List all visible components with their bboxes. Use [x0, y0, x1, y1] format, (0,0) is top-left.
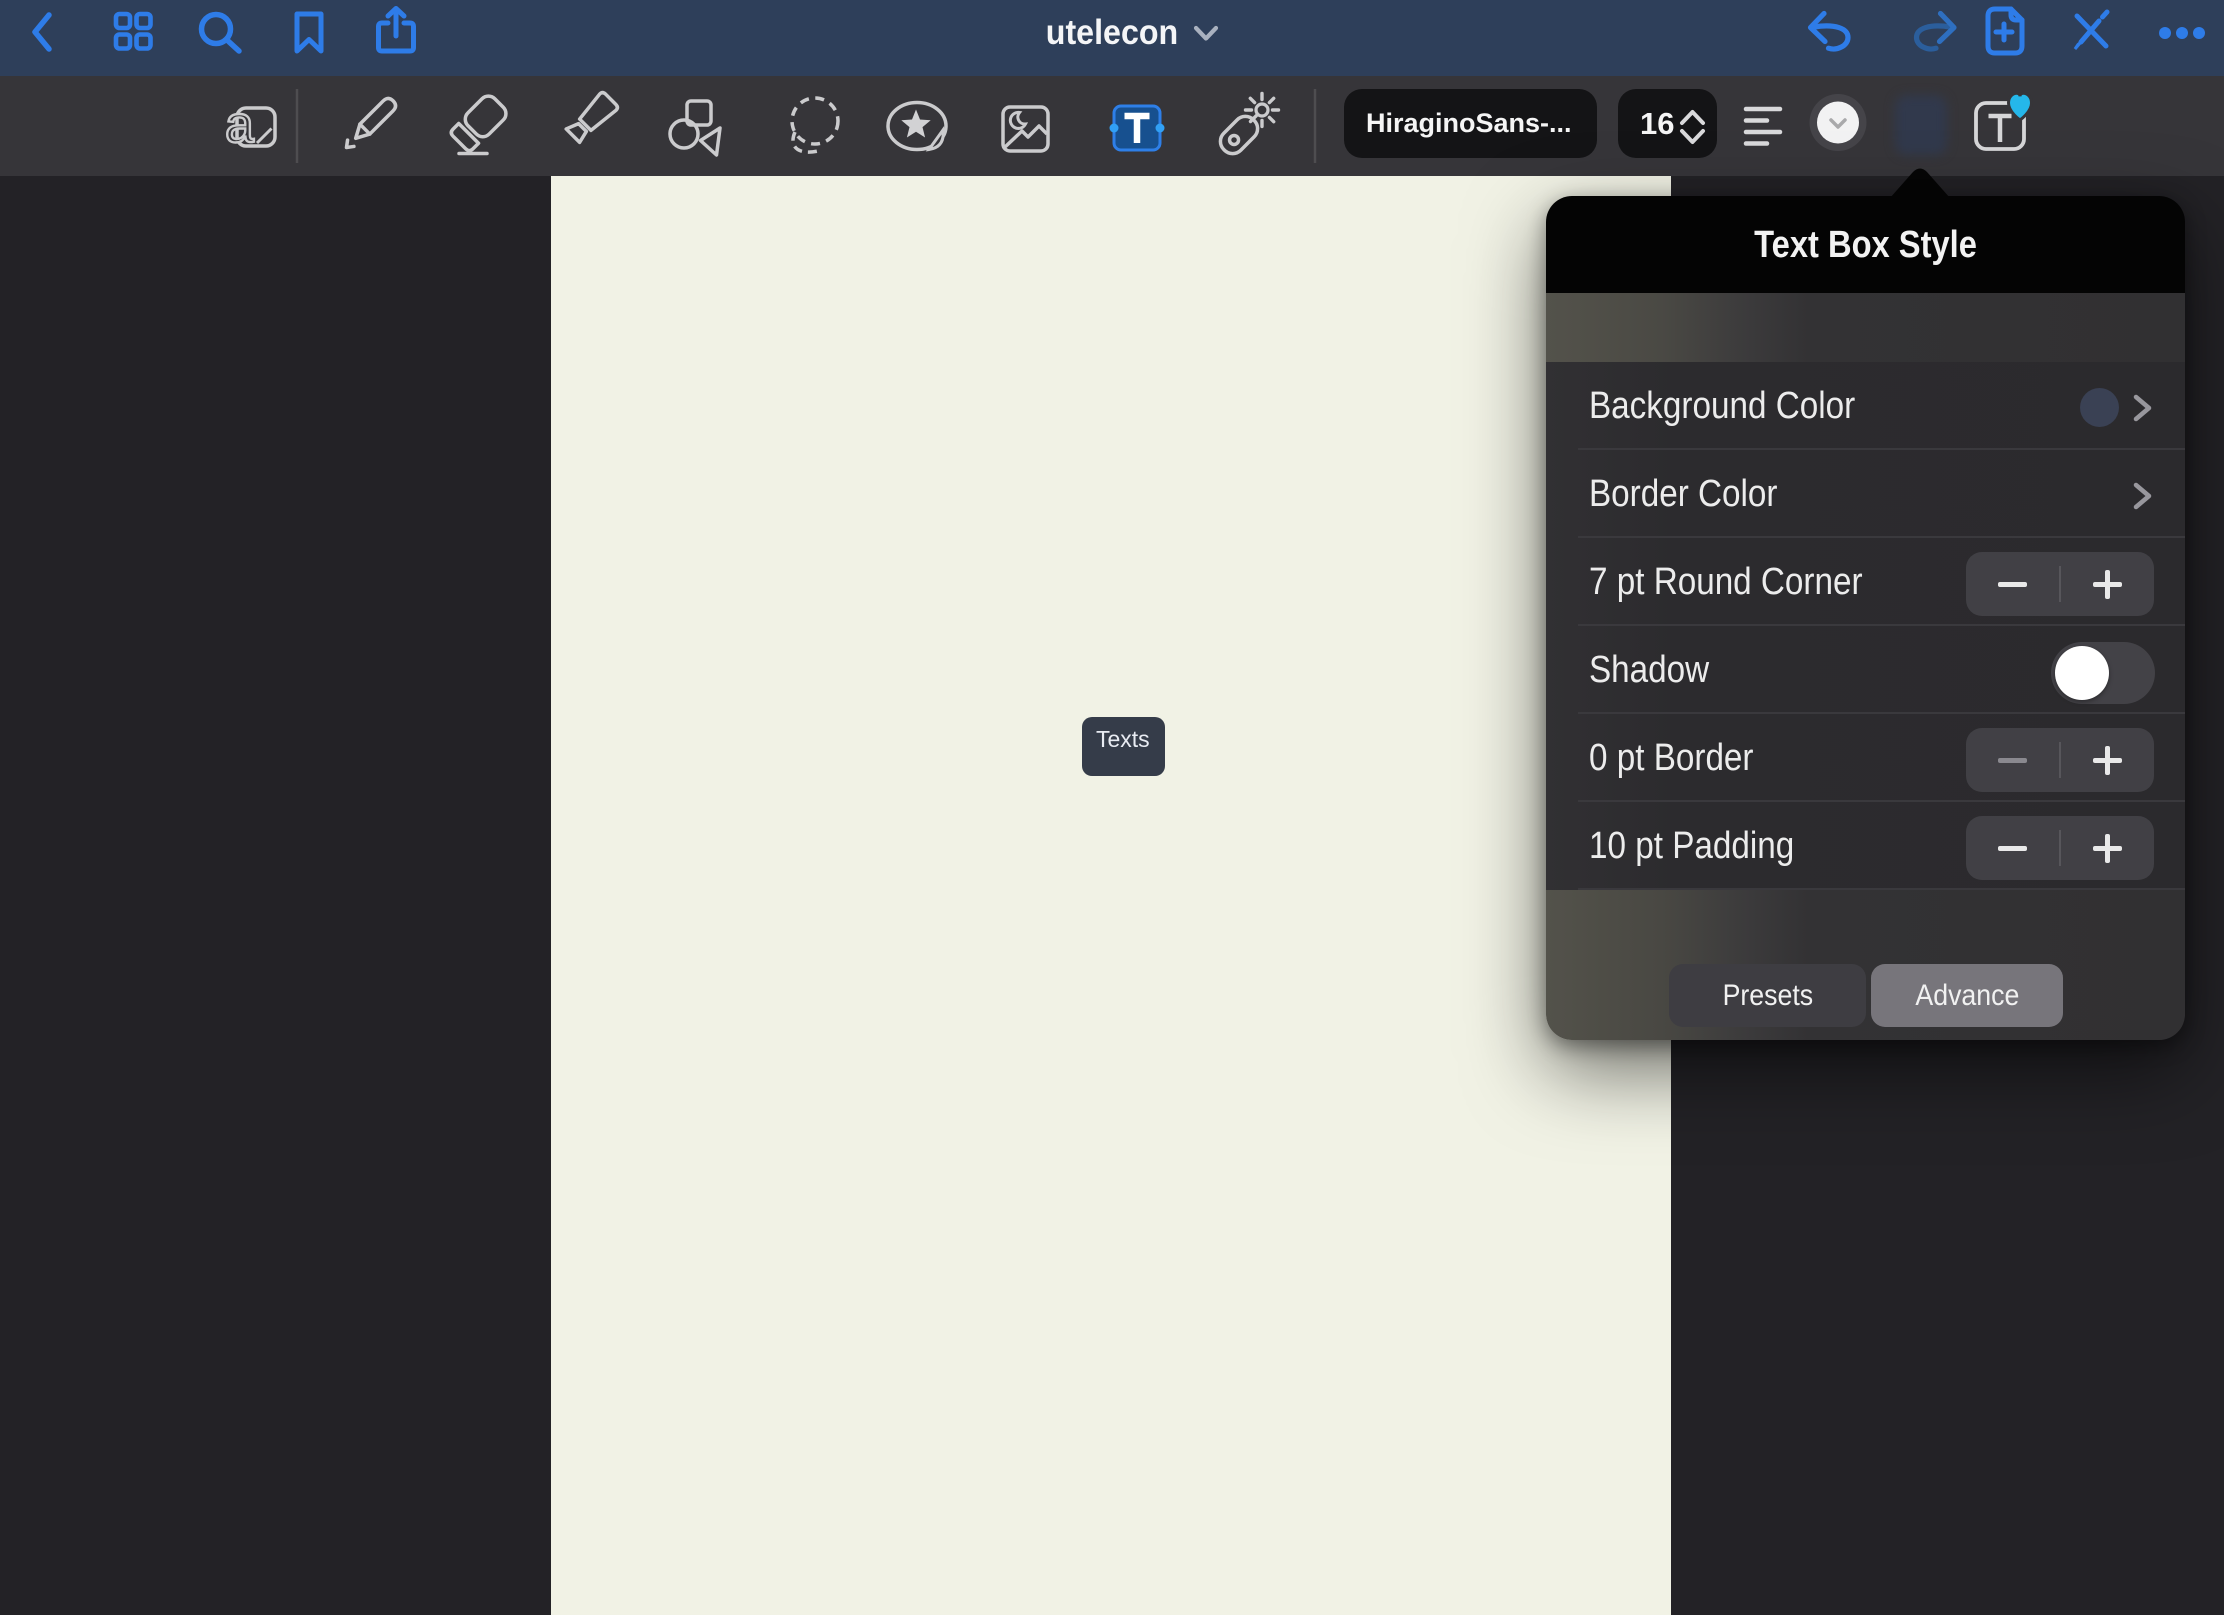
- svg-text:a: a: [225, 96, 254, 154]
